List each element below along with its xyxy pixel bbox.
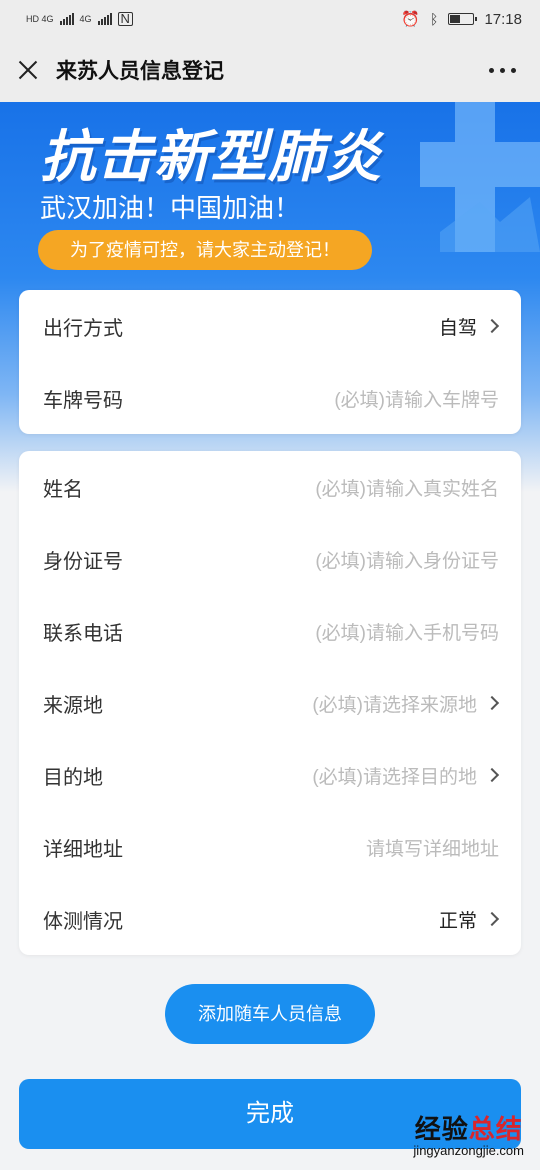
title-bar: 来苏人员信息登记 [0,38,540,102]
name-row[interactable]: 姓名 (必填)请输入真实姓名 [19,451,521,523]
network-left-label: HD 4G [26,14,54,24]
travel-mode-row[interactable]: 出行方式 自驾 [19,290,521,362]
chevron-right-icon [484,911,500,927]
signal-icon-2 [97,13,112,25]
watermark-url: jingyanzongjie.com [413,1143,524,1158]
page-title: 来苏人员信息登记 [56,60,224,83]
temperature-value: 正常 [438,910,477,932]
address-row[interactable]: 详细地址 请填写详细地址 [19,811,521,883]
name-label: 姓名 [43,478,83,501]
nfc-icon: N [117,12,133,26]
id-number-label: 身份证号 [43,550,123,573]
temperature-label: 体测情况 [43,910,123,933]
bluetooth-icon: ᛒ [430,11,439,27]
destination-row[interactable]: 目的地 (必填)请选择目的地 [19,739,521,811]
origin-select[interactable]: (必填)请选择来源地 [312,690,500,717]
watermark-accent: 总结 [468,1114,523,1144]
phone-input[interactable]: (必填)请输入手机号码 [315,618,499,645]
add-companion-button[interactable]: 添加随车人员信息 [165,984,375,1044]
personal-info-card: 姓名 (必填)请输入真实姓名 身份证号 (必填)请输入身份证号 联系电话 (必填… [19,451,521,955]
destination-select[interactable]: (必填)请选择目的地 [312,762,500,789]
network-indicators: HD 4G 4G N [26,12,133,26]
origin-label: 来源地 [43,694,103,717]
banner-title: 抗击新型肺炎 [40,125,382,188]
origin-row[interactable]: 来源地 (必填)请选择来源地 [19,667,521,739]
travel-mode-select[interactable]: 自驾 [438,313,500,340]
banner-notice-pill: 为了疫情可控，请大家主动登记！ [38,230,372,270]
id-number-row[interactable]: 身份证号 (必填)请输入身份证号 [19,523,521,595]
travel-mode-label: 出行方式 [43,317,123,340]
phone-row[interactable]: 联系电话 (必填)请输入手机号码 [19,595,521,667]
watermark-text: 经验总结 [413,1116,524,1142]
destination-placeholder: (必填)请选择目的地 [312,766,477,788]
plate-number-label: 车牌号码 [43,389,123,412]
signal-icon [59,13,74,25]
temperature-select[interactable]: 正常 [438,906,500,933]
origin-placeholder: (必填)请选择来源地 [312,694,477,716]
temperature-row[interactable]: 体测情况 正常 [19,883,521,955]
travel-mode-value: 自驾 [438,317,477,339]
medical-cross-icon [420,102,540,252]
travel-info-card: 出行方式 自驾 车牌号码 (必填)请输入车牌号 [19,290,521,434]
battery-icon [448,13,478,25]
network-right-label: 4G [79,14,92,24]
watermark: 经验总结 jingyanzongjie.com [413,1116,524,1157]
chevron-right-icon [484,767,500,783]
watermark-prefix: 经验 [414,1114,469,1144]
more-options-icon[interactable] [481,60,524,81]
phone-label: 联系电话 [43,622,123,645]
status-time: 17:18 [484,10,522,28]
banner-subtitle: 武汉加油！中国加油！ [40,193,301,223]
status-bar: HD 4G 4G N ⏰ ᛒ 17:18 [0,0,540,38]
plate-number-row[interactable]: 车牌号码 (必填)请输入车牌号 [19,362,521,434]
address-input[interactable]: 请填写详细地址 [366,834,499,861]
chevron-right-icon [484,695,500,711]
destination-label: 目的地 [43,766,103,789]
chevron-right-icon [484,318,500,334]
close-icon[interactable] [16,58,40,82]
name-input[interactable]: (必填)请输入真实姓名 [315,474,499,501]
plate-number-input[interactable]: (必填)请输入车牌号 [334,385,499,412]
id-number-input[interactable]: (必填)请输入身份证号 [315,546,499,573]
address-label: 详细地址 [43,838,123,861]
alarm-icon: ⏰ [401,11,421,28]
